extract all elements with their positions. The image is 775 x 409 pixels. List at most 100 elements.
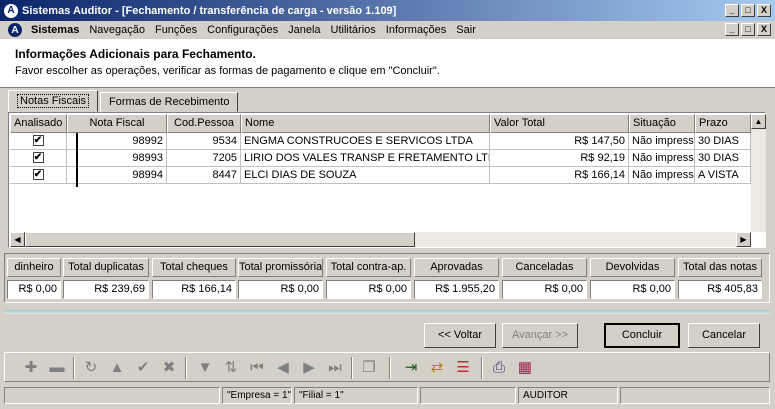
remove-icon[interactable]: ▬	[47, 358, 67, 378]
table-row[interactable]: ✔ 98993 7205 LIRIO DOS VALES TRANSP E FR…	[10, 150, 751, 167]
mdi-close-button[interactable]: X	[757, 23, 771, 36]
toolbar-separator	[351, 357, 353, 379]
grid-header: Analisado Nota Fiscal Cod.Pessoa Nome Va…	[10, 114, 751, 133]
scroll-right-icon[interactable]: ▶	[736, 232, 751, 247]
col-analisado[interactable]: Analisado	[10, 114, 67, 133]
transfer-icon[interactable]: ⇄	[427, 358, 447, 378]
col-nome[interactable]: Nome	[241, 114, 490, 133]
maximize-button[interactable]: □	[741, 4, 755, 17]
total-label: Aprovadas	[414, 258, 499, 277]
refresh-icon[interactable]: ↻	[81, 358, 101, 378]
confirm-icon[interactable]: ✔	[133, 358, 153, 378]
sort-icon[interactable]: ⇅	[221, 358, 241, 378]
total-value: R$ 1.955,20	[414, 280, 499, 299]
export-icon[interactable]: ⇥	[401, 358, 421, 378]
menu-configuracoes[interactable]: Configurações	[202, 24, 283, 36]
last-icon[interactable]: ⏭	[325, 358, 345, 378]
window-title: Sistemas Auditor - [Fechamento / transfe…	[22, 4, 397, 17]
finish-button[interactable]: Concluir	[604, 323, 680, 348]
cell-nome: ENGMA CONSTRUCOES E SERVICOS LTDA	[241, 133, 490, 150]
tab-strip: Notas Fiscais Formas de Recebimento	[8, 90, 240, 112]
total-aprovadas: Aprovadas R$ 1.955,20	[414, 258, 499, 299]
menu-janela[interactable]: Janela	[283, 24, 325, 36]
menu-funcoes[interactable]: Funções	[150, 24, 202, 36]
totals-panel: dinheiro R$ 0,00 Total duplicatas R$ 239…	[4, 253, 770, 303]
toolbar-separator	[185, 357, 187, 379]
check-icon[interactable]: ✔	[32, 169, 44, 180]
tab-notas-fiscais[interactable]: Notas Fiscais	[8, 90, 99, 112]
grid-body: ✔ 98992 9534 ENGMA CONSTRUCOES E SERVICO…	[10, 133, 751, 184]
cell-cod: 9534	[167, 133, 241, 150]
cell-nota: 98994	[67, 167, 167, 184]
cell-nota: 98993	[67, 150, 167, 167]
status-bar: "Empresa = 1" "Filial = 1" AUDITOR	[0, 387, 775, 405]
next-button[interactable]: Avançar >>	[502, 323, 578, 348]
next-icon[interactable]: ▶	[299, 358, 319, 378]
check-icon[interactable]: ✔	[32, 152, 44, 163]
prev-icon[interactable]: ◀	[273, 358, 293, 378]
mdi-restore-button[interactable]: □	[741, 23, 755, 36]
menu-sair[interactable]: Sair	[451, 24, 481, 36]
total-value: R$ 239,69	[63, 280, 149, 299]
menu-utilitarios[interactable]: Utilitários	[326, 24, 381, 36]
total-canceladas: Canceladas R$ 0,00	[502, 258, 587, 299]
add-icon[interactable]: ✚	[21, 358, 41, 378]
list-icon[interactable]: ☰	[453, 358, 473, 378]
check-icon[interactable]: ✔	[32, 135, 44, 146]
menu-navegacao[interactable]: Navegação	[84, 24, 150, 36]
up-icon[interactable]: ▲	[107, 358, 127, 378]
total-value: R$ 166,14	[152, 280, 236, 299]
cell-valor: R$ 92,19	[490, 150, 629, 167]
cancel-button[interactable]: Cancelar	[688, 323, 760, 348]
total-contra-ap: Total contra-ap. R$ 0,00	[326, 258, 411, 299]
status-empty-2	[420, 387, 516, 404]
divider	[4, 310, 770, 314]
col-situacao[interactable]: Situação	[629, 114, 695, 133]
window-titlebar: A Sistemas Auditor - [Fechamento / trans…	[0, 0, 775, 21]
cell-prazo: A VISTA	[695, 167, 751, 184]
table-row[interactable]: ✔ 98994 8447 ELCI DIAS DE SOUZA R$ 166,1…	[10, 167, 751, 184]
invoice-grid[interactable]: Analisado Nota Fiscal Cod.Pessoa Nome Va…	[8, 112, 766, 248]
cell-cod: 8447	[167, 167, 241, 184]
total-value: R$ 0,00	[590, 280, 675, 299]
row-checkbox[interactable]: ✔	[10, 167, 67, 184]
delete-icon[interactable]: ✖	[159, 358, 179, 378]
total-cheques: Total cheques R$ 166,14	[152, 258, 236, 299]
menu-informacoes[interactable]: Informações	[381, 24, 452, 36]
close-button[interactable]: X	[757, 4, 771, 17]
copy-icon[interactable]: ❐	[359, 358, 379, 378]
tab-formas-recebimento[interactable]: Formas de Recebimento	[100, 92, 239, 112]
scroll-up-icon[interactable]: ▲	[751, 114, 766, 129]
report-icon[interactable]: ▦	[515, 358, 535, 378]
filter-icon[interactable]: ▼	[195, 358, 215, 378]
toolbar-separator	[73, 357, 75, 379]
row-checkbox[interactable]: ✔	[10, 133, 67, 150]
mdi-app-icon[interactable]: A	[8, 23, 22, 37]
total-value: R$ 0,00	[502, 280, 587, 299]
info-subtitle: Favor escolher as operações, verificar a…	[15, 65, 440, 77]
scroll-left-icon[interactable]: ◀	[10, 232, 25, 247]
col-nota-fiscal[interactable]: Nota Fiscal	[67, 114, 167, 133]
info-panel: Informações Adicionais para Fechamento. …	[0, 39, 775, 88]
table-row[interactable]: ✔ 98992 9534 ENGMA CONSTRUCOES E SERVICO…	[10, 133, 751, 150]
row-checkbox[interactable]: ✔	[10, 150, 67, 167]
mdi-minimize-button[interactable]: _	[725, 23, 739, 36]
vertical-scrollbar[interactable]: ▲	[751, 114, 766, 232]
cell-prazo: 30 DIAS	[695, 150, 751, 167]
menu-sistemas[interactable]: Sistemas	[26, 24, 84, 36]
col-valor-total[interactable]: Valor Total	[490, 114, 629, 133]
col-prazo[interactable]: Prazo	[695, 114, 751, 133]
total-value: R$ 0,00	[238, 280, 323, 299]
horizontal-scrollbar[interactable]: ◀ ▶	[10, 232, 751, 247]
minimize-button[interactable]: _	[725, 4, 739, 17]
first-icon[interactable]: ⏮	[247, 358, 267, 378]
total-label: Total promissória	[238, 258, 323, 277]
cell-situacao: Não impressa	[629, 167, 695, 184]
print-icon[interactable]: ⎙	[489, 358, 509, 378]
total-dinheiro: dinheiro R$ 0,00	[7, 258, 61, 299]
cell-prazo: 30 DIAS	[695, 133, 751, 150]
scroll-thumb[interactable]	[25, 232, 415, 247]
status-empty	[4, 387, 220, 404]
col-cod-pessoa[interactable]: Cod.Pessoa	[167, 114, 241, 133]
back-button[interactable]: << Voltar	[424, 323, 496, 348]
